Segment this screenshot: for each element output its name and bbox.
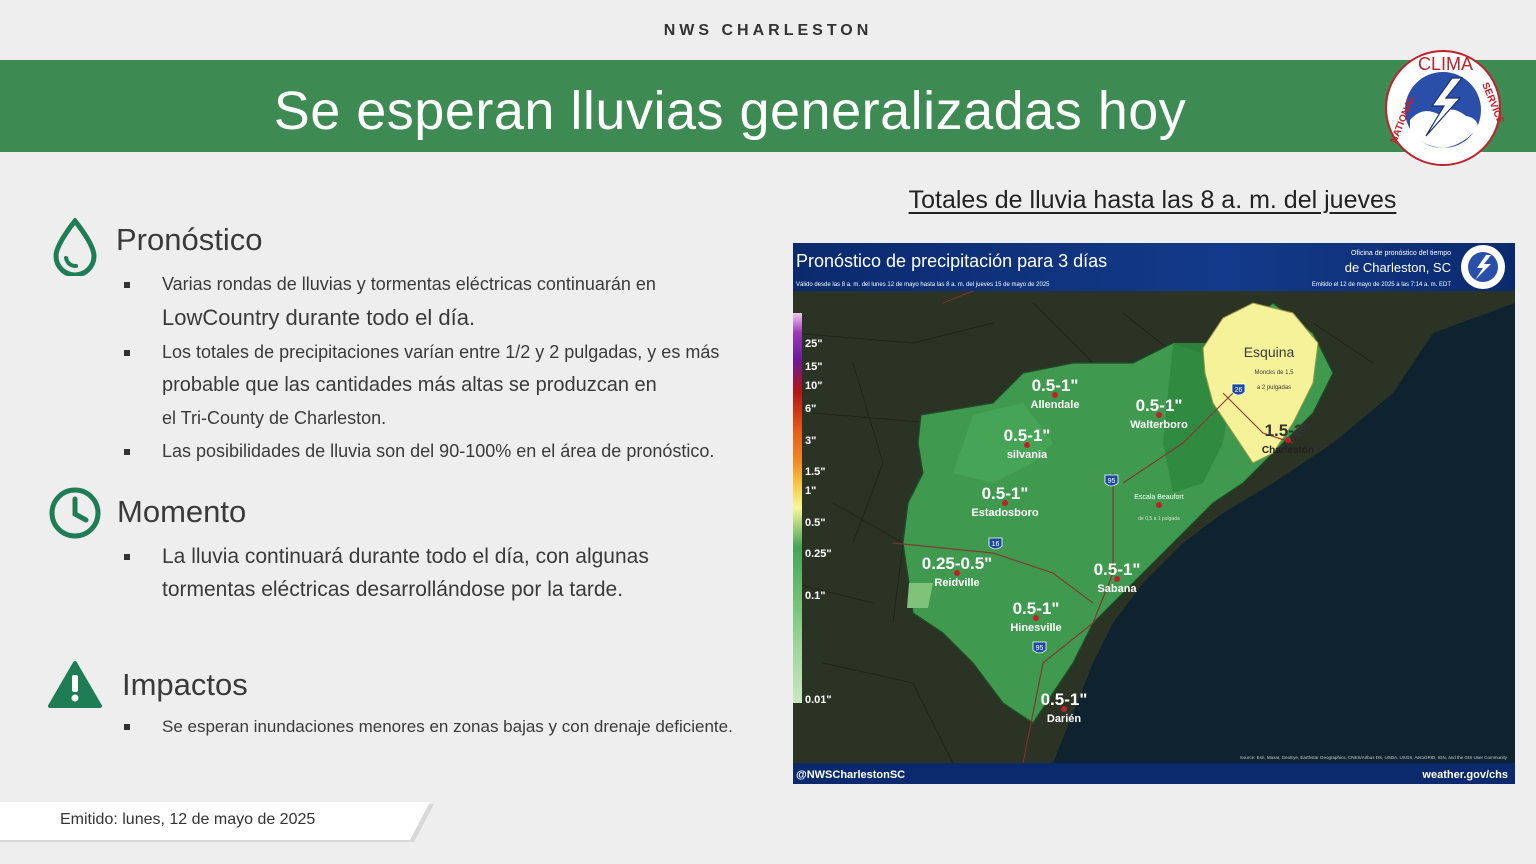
forecast-title: Pronóstico bbox=[116, 222, 263, 257]
issued-date: Emitido: lunes, 12 de mayo de 2025 bbox=[60, 811, 316, 828]
shield-number: 16 bbox=[992, 541, 1000, 548]
rainfall-amount-label: 0.25-0.5" bbox=[922, 554, 992, 573]
page-title: Se esperan lluvias generalizadas hoy bbox=[273, 81, 1187, 141]
rainfall-amount-label: 0.5-1" bbox=[1136, 396, 1183, 415]
legend-label: 1.5" bbox=[805, 466, 826, 478]
map-office-line1: Oficina de pronóstico del tiempo bbox=[1351, 250, 1451, 257]
office-name: NWS CHARLESTON bbox=[663, 22, 873, 39]
timing-title: Momento bbox=[117, 494, 247, 529]
logo-top-text: CLIMA bbox=[1418, 54, 1473, 74]
beaufort-dot bbox=[1156, 502, 1162, 508]
timing-bullet-1: La lluvia continuará durante todo el día… bbox=[124, 540, 649, 606]
map-issued: Emitido el 12 de mayo de 2025 a las 7:14… bbox=[1312, 282, 1451, 288]
bullet-line: probable que las cantidades más altas se… bbox=[162, 374, 657, 396]
legend-label: 3" bbox=[805, 435, 816, 447]
legend-label: 6" bbox=[805, 403, 816, 415]
rainfall-amount-label: 0.5-1" bbox=[1004, 426, 1051, 445]
city-label: silvania bbox=[1007, 449, 1048, 461]
rainfall-amount-label: 0.5-1" bbox=[1094, 560, 1141, 579]
rainfall-amount-label: 0.5-1" bbox=[1013, 599, 1060, 618]
rainfall-amount-label: 0.5-1" bbox=[1041, 690, 1088, 709]
forecast-bullet-3: Las posibilidades de lluvia son del 90-1… bbox=[123, 435, 715, 468]
corner-note-2: a 2 pulgadas bbox=[1257, 385, 1291, 391]
corner-note-1: Moncks de 1,5 bbox=[1254, 370, 1294, 376]
bullet-line: Se esperan inundaciones menores en zonas… bbox=[162, 717, 733, 736]
warning-icon bbox=[48, 661, 102, 708]
shield-number: 95 bbox=[1036, 645, 1044, 652]
title-banner: Se esperan lluvias generalizadas hoy bbox=[0, 60, 1536, 152]
legend-label: 0.1" bbox=[805, 590, 826, 602]
legend-label: 0.01" bbox=[805, 694, 832, 706]
forecast-bullet-2: Los totales de precipitaciones varían en… bbox=[123, 336, 720, 435]
corner-label: Esquina bbox=[1244, 344, 1295, 360]
bullet-line: LowCountry durante todo el día. bbox=[162, 305, 476, 330]
legend-label: 15" bbox=[805, 361, 822, 373]
shield-number: 26 bbox=[1235, 387, 1243, 394]
impacts-bullet-1: Se esperan inundaciones menores en zonas… bbox=[124, 710, 733, 743]
legend-label: 0.25" bbox=[805, 548, 832, 560]
nws-logo bbox=[1461, 245, 1505, 289]
bullet-line: Varias rondas de lluvias y tormentas elé… bbox=[162, 274, 656, 294]
bullet-line: tormentas eléctricas desarrollándose por… bbox=[162, 578, 624, 601]
impacts-title: Impactos bbox=[122, 667, 248, 702]
city-label: Reidville bbox=[934, 577, 979, 589]
map-source: Source: Esri, Maxar, GeoEye, Earthstar G… bbox=[1240, 755, 1508, 760]
legend-label: 25" bbox=[805, 338, 822, 350]
legend-label: 0.5" bbox=[805, 517, 826, 529]
city-label: Darién bbox=[1047, 713, 1082, 725]
clock-icon bbox=[49, 487, 101, 539]
bullet-line: Las posibilidades de lluvia son del 90-1… bbox=[162, 441, 715, 461]
bullet-line: La lluvia continuará durante todo el día… bbox=[162, 545, 649, 568]
beaufort-label: Escala Beaufort bbox=[1134, 494, 1183, 501]
precipitation-map: Pronóstico de precipitación para 3 días … bbox=[793, 243, 1515, 784]
legend-label: 1" bbox=[805, 485, 816, 497]
shield-number: 95 bbox=[1108, 478, 1116, 485]
map-office-line2: de Charleston, SC bbox=[1345, 260, 1451, 275]
map-handle: @NWSCharlestonSC bbox=[796, 769, 905, 781]
city-label: Walterboro bbox=[1130, 419, 1188, 431]
rainfall-amount-label: 0.5-1" bbox=[1032, 376, 1079, 395]
rainfall-amount-label: 0.5-1" bbox=[982, 484, 1029, 503]
map-url: weather.gov/chs bbox=[1421, 769, 1508, 781]
map-heading: Totales de lluvia hasta las 8 a. m. del … bbox=[908, 186, 1397, 214]
forecast-bullet-1: Varias rondas de lluvias y tormentas elé… bbox=[124, 268, 656, 334]
rainfall-amount-label: 1.5-2" bbox=[1265, 421, 1312, 440]
city-label: Sabana bbox=[1097, 583, 1137, 595]
city-label: Hinesville bbox=[1010, 622, 1061, 634]
map-title: Pronóstico de precipitación para 3 días bbox=[796, 251, 1107, 271]
city-label: Allendale bbox=[1031, 399, 1080, 411]
bullet-line: el Tri-County de Charleston. bbox=[162, 408, 387, 428]
bullet-line: Los totales de precipitaciones varían en… bbox=[162, 342, 720, 362]
map-valid-period: Válido desde las 8 a. m. del lunes 12 de… bbox=[796, 282, 1050, 288]
noaa-logo: CLIMA NATIONAL SERVICE bbox=[1385, 50, 1504, 166]
water-drop-icon bbox=[53, 218, 97, 276]
beaufort-note: de 0,5 a 1 pulgada bbox=[1138, 516, 1180, 522]
city-label: Charlestón bbox=[1262, 445, 1314, 456]
legend-label: 10" bbox=[805, 380, 822, 392]
city-label: Estadosboro bbox=[971, 507, 1039, 519]
